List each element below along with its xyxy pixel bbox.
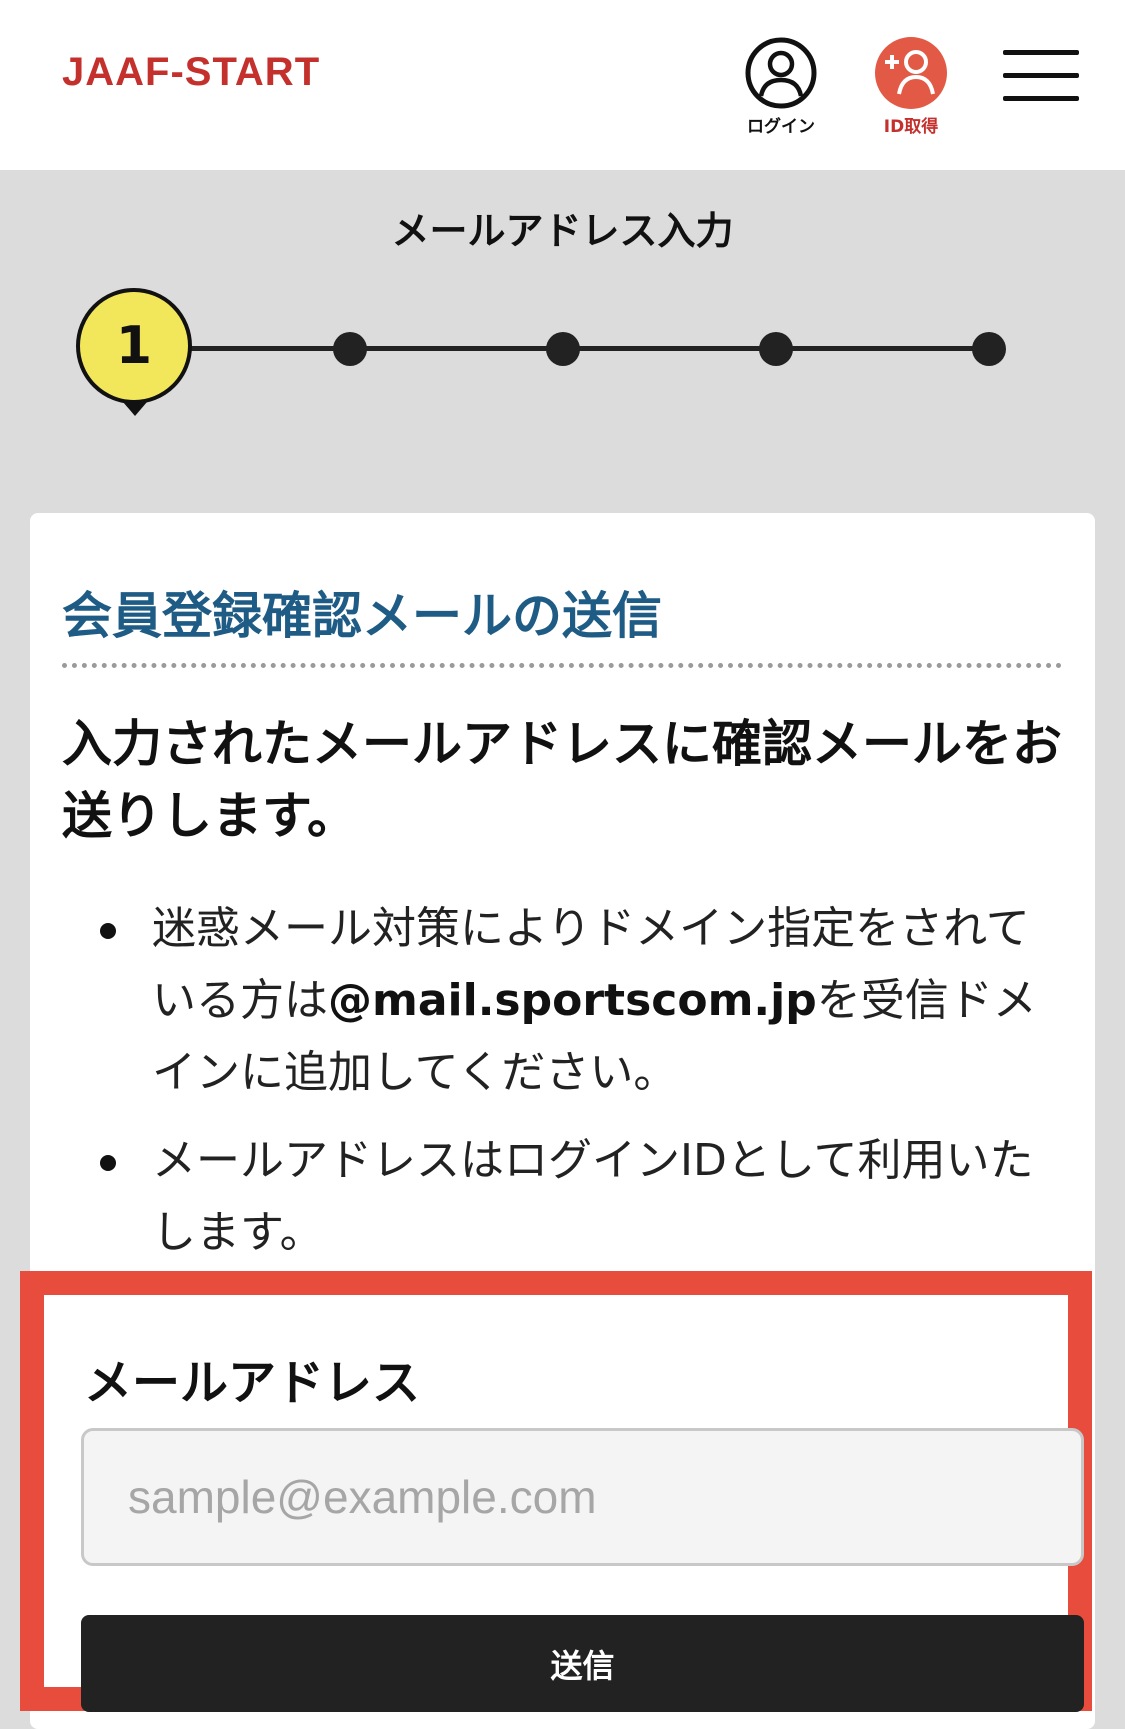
email-field[interactable] [81,1428,1084,1566]
step-title: メールアドレス入力 [391,209,734,253]
header: JAAF-START ログイン ID取得 [0,0,1125,170]
card-title: 会員登録確認メールの送信 [62,587,662,645]
bullet-icon [100,1155,116,1171]
user-circle-icon [745,37,817,109]
domain-text: @mail.sportscom.jp [328,975,817,1026]
step-progress: 1 [0,280,1125,430]
hamburger-menu-icon[interactable] [1003,50,1079,102]
step-dot-2 [333,332,367,366]
login-button[interactable]: ログイン [731,36,831,137]
site-logo[interactable]: JAAF-START [62,50,320,95]
step-dot-5 [972,332,1006,366]
step-current: 1 [76,288,192,404]
lead-text: 入力されたメールアドレスに確認メールをお送りします。 [62,715,1062,845]
register-button[interactable]: ID取得 [861,36,961,137]
bullet-icon [100,923,116,939]
dotted-divider [62,663,1062,668]
notes-list: 迷惑メール対策によりドメイン指定をされている方は@mail.sportscom.… [62,893,1072,1285]
submit-button[interactable]: 送信 [81,1615,1084,1712]
step-dot-4 [759,332,793,366]
register-label: ID取得 [883,117,939,137]
user-add-icon [875,37,947,109]
step-dot-3 [546,332,580,366]
step-pointer [123,402,147,416]
note-text: メールアドレスはログインIDとして利用いたします。 [152,1135,1034,1258]
email-label: メールアドレス [84,1355,421,1411]
list-item: メールアドレスはログインIDとして利用いたします。 [62,1125,1072,1269]
email-form-highlight: メールアドレス 送信 [20,1271,1092,1712]
login-label: ログイン [747,117,815,137]
list-item: 迷惑メール対策によりドメイン指定をされている方は@mail.sportscom.… [62,893,1072,1109]
